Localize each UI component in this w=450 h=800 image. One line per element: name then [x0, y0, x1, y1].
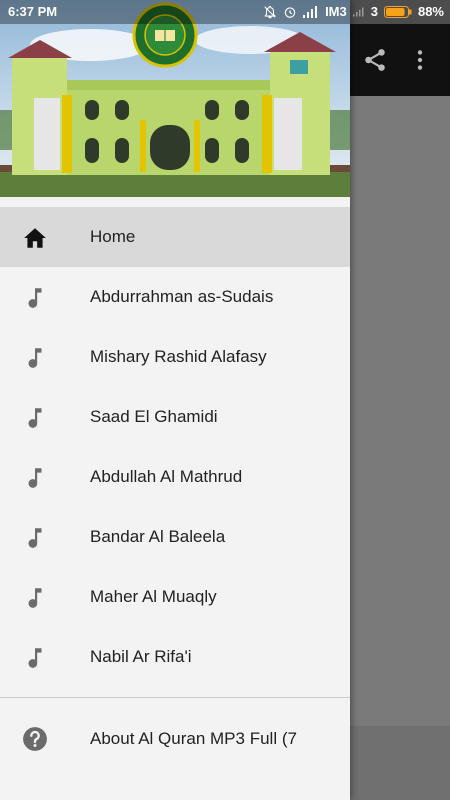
- signal-icon-secondary: [352, 7, 364, 16]
- notifications-off-icon: [264, 5, 276, 18]
- menu-item-label: Mishary Rashid Alafasy: [90, 347, 267, 366]
- menu-item-label: Nabil Ar Rifa'i: [90, 647, 192, 666]
- menu-item-label: Home: [90, 227, 136, 246]
- music-note-icon: [28, 528, 42, 548]
- navigation-drawer: Home Abdurrahman as-Sudais Mishary Rashid …: [0, 0, 350, 800]
- menu-item-about[interactable]: About Al Quran MP3 Full (7: [0, 710, 350, 770]
- menu-item-maher-al-muaqly[interactable]: Maher Al Muaqly: [0, 567, 350, 627]
- alarm-icon: [284, 6, 296, 18]
- menu-divider: [0, 697, 350, 698]
- menu-item-label: About Al Quran MP3 Full (7: [90, 729, 297, 748]
- menu-item-abdullah-al-mathrud[interactable]: Abdullah Al Mathrud: [0, 447, 350, 507]
- status-bar: 6:37 PM IM3 3 88%: [0, 0, 450, 24]
- music-note-icon: [28, 408, 42, 428]
- menu-item-abdurrahman-as-sudais[interactable]: Abdurrahman as-Sudais: [0, 267, 350, 327]
- music-note-icon: [28, 288, 42, 308]
- menu-item-label: Bandar Al Baleela: [90, 527, 226, 546]
- more-vert-icon[interactable]: [407, 46, 433, 74]
- music-note-icon: [28, 648, 42, 668]
- battery-percent: 88%: [417, 4, 444, 19]
- menu-item-mishary-rashid-alafasy[interactable]: Mishary Rashid Alafasy: [0, 327, 350, 387]
- carrier-label: IM3: [325, 4, 347, 19]
- menu-item-bandar-al-baleela[interactable]: Bandar Al Baleela: [0, 507, 350, 567]
- music-note-icon: [28, 468, 42, 488]
- status-icons: IM3 3 88%: [263, 4, 444, 19]
- drawer-header-image: [0, 0, 350, 197]
- menu-item-saad-el-ghamidi[interactable]: Saad El Ghamidi: [0, 387, 350, 447]
- menu-item-nabil-ar-rifa-i[interactable]: Nabil Ar Rifa'i: [0, 627, 350, 687]
- mosque-building-photo: [0, 0, 350, 197]
- music-note-icon: [28, 588, 42, 608]
- share-icon[interactable]: [362, 46, 388, 74]
- menu-item-label: Abdurrahman as-Sudais: [90, 287, 274, 306]
- help-icon: [23, 727, 47, 751]
- drawer-menu: Home Abdurrahman as-Sudais Mishary Rashid …: [0, 207, 350, 687]
- menu-item-label: Saad El Ghamidi: [90, 407, 218, 426]
- music-note-icon: [28, 348, 42, 368]
- status-time: 6:37 PM: [8, 4, 58, 19]
- signal-icon: [303, 5, 318, 18]
- battery-icon: [383, 5, 412, 18]
- home-icon: [24, 228, 46, 248]
- menu-item-home[interactable]: Home: [0, 207, 350, 267]
- menu-item-label: Maher Al Muaqly: [90, 587, 217, 606]
- menu-item-label: Abdullah Al Mathrud: [90, 467, 243, 486]
- sim-slot-label: 3: [370, 4, 378, 19]
